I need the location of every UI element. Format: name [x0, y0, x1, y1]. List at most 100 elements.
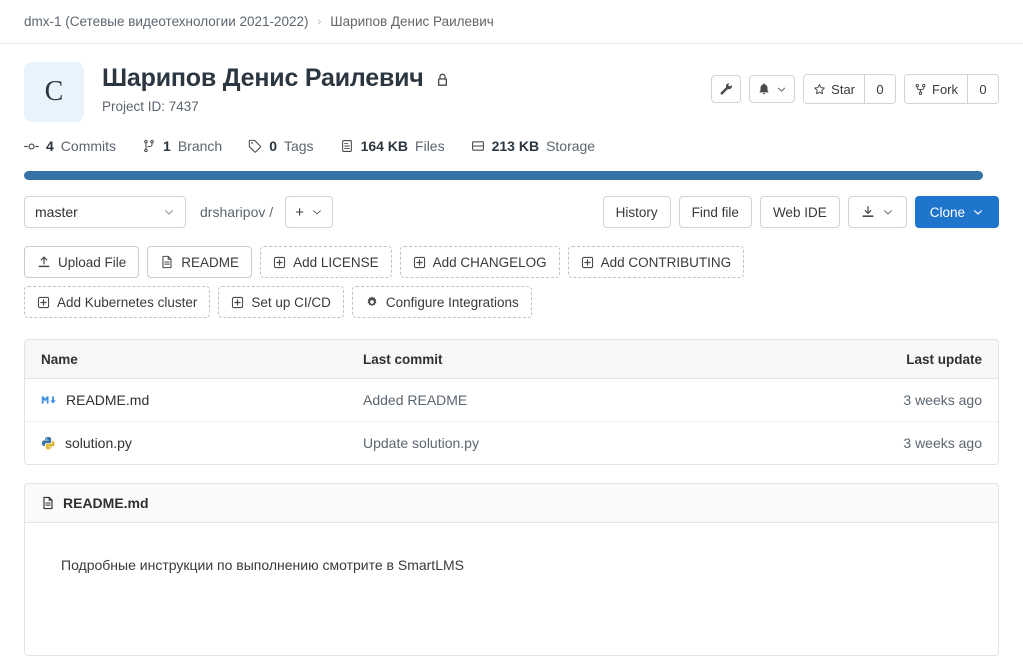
stat-storage-label: Storage [546, 138, 596, 154]
chevron-down-icon [972, 206, 984, 218]
quick-action-label: README [181, 254, 240, 270]
stat-tags-value: 0 [269, 138, 277, 154]
repo-path: drsharipov / [200, 204, 274, 220]
upload-file-button[interactable]: Upload File [24, 246, 140, 278]
stat-branches-value: 1 [163, 138, 171, 154]
star-button[interactable]: Star [804, 75, 864, 103]
file-name-cell[interactable]: README.md [25, 392, 363, 408]
star-count: 0 [864, 75, 895, 103]
doc-icon [160, 255, 174, 269]
stat-files: 164 KB Files [340, 138, 445, 154]
breadcrumb-project[interactable]: Шарипов Денис Раилевич [330, 14, 494, 29]
star-icon [813, 83, 826, 96]
download-button[interactable] [847, 196, 907, 228]
set-up-ci-cd-button[interactable]: Set up CI/CD [218, 286, 344, 318]
repo-toolbar-actions: History Find file Web IDE Clone [602, 196, 999, 228]
star-label: Star [831, 81, 855, 97]
gear-icon [365, 295, 379, 309]
branch-selector[interactable]: master [24, 196, 186, 228]
lock-icon [435, 72, 450, 88]
bell-icon [757, 82, 771, 96]
readme-title: README.md [63, 495, 149, 511]
stat-branches-label: Branch [177, 138, 223, 154]
stat-storage: 213 KB Storage [471, 138, 596, 154]
readme-panel: README.md Подробные инструкции по выполн… [24, 483, 999, 656]
column-header-name: Name [41, 351, 78, 367]
add-kubernetes-cluster-button[interactable]: Add Kubernetes cluster [24, 286, 211, 318]
project-meta: Шарипов Денис Раилевич Project ID: 7437 [102, 62, 450, 114]
breadcrumb-separator-icon: › [317, 15, 322, 28]
web-ide-button[interactable]: Web IDE [759, 196, 840, 228]
fork-label: Fork [932, 81, 958, 97]
readme-body: Подробные инструкции по выполнению смотр… [61, 557, 464, 573]
add-contributing-button[interactable]: Add CONTRIBUTING [567, 246, 745, 278]
breadcrumb-group[interactable]: dmx-1 (Сетевые видеотехнологии 2021-2022… [24, 14, 309, 29]
star-button-group[interactable]: Star 0 [803, 74, 896, 104]
fork-count: 0 [967, 75, 998, 103]
table-row[interactable]: README.md Added README 3 weeks ago [25, 379, 998, 422]
file-name[interactable]: solution.py [65, 435, 132, 451]
gitlab-project-page: dmx-1 (Сетевые видеотехнологии 2021-2022… [0, 0, 1023, 656]
table-row[interactable]: solution.py Update solution.py 3 weeks a… [25, 422, 998, 464]
quick-action-label: Add CONTRIBUTING [600, 254, 732, 270]
file-table-header: Name Last commit Last update [25, 340, 998, 379]
quick-action-label: Set up CI/CD [251, 294, 331, 310]
plus-label: + [295, 203, 305, 221]
chevron-down-icon [882, 206, 894, 218]
page-title: Шарипов Денис Раилевич [102, 64, 424, 92]
file-commit-message[interactable]: Update solution.py [363, 435, 802, 451]
branch-selector-value: master [35, 204, 78, 220]
file-table: Name Last commit Last update README.md A… [24, 339, 999, 465]
history-button[interactable]: History [602, 196, 671, 228]
breadcrumb: dmx-1 (Сетевые видеотехнологии 2021-2022… [0, 0, 1023, 44]
python-icon [41, 436, 56, 451]
stat-commits-value: 4 [46, 138, 54, 154]
branch-icon [142, 139, 156, 153]
markdown-icon [41, 393, 57, 407]
file-name[interactable]: README.md [66, 392, 149, 408]
commit-icon [24, 139, 39, 154]
clone-label: Clone [929, 204, 965, 220]
file-last-update: 3 weeks ago [903, 435, 982, 451]
download-icon [861, 205, 875, 219]
plus-box-icon [37, 296, 50, 309]
project-header-actions: Star 0 Fork 0 [711, 74, 999, 104]
stat-branches[interactable]: 1 Branch [142, 138, 222, 154]
add-license-button[interactable]: Add LICENSE [260, 246, 392, 278]
readme-button[interactable]: README [147, 246, 253, 278]
project-stats: 4 Commits 1 Branch 0 Tags 164 KB Files 2… [0, 122, 1023, 154]
stat-tags[interactable]: 0 Tags [248, 138, 314, 154]
clone-button[interactable]: Clone [914, 196, 999, 228]
language-bar-wrap [0, 154, 1023, 180]
plus-box-icon [581, 256, 594, 269]
quick-action-label: Upload File [58, 254, 127, 270]
language-bar[interactable] [24, 171, 983, 180]
add-changelog-button[interactable]: Add CHANGELOG [399, 246, 560, 278]
quick-action-label: Add Kubernetes cluster [57, 294, 198, 310]
file-icon [340, 139, 354, 153]
plus-box-icon [273, 256, 286, 269]
tag-icon [248, 139, 262, 153]
plus-box-icon [413, 256, 426, 269]
chevron-down-icon [776, 84, 787, 95]
fork-button-group[interactable]: Fork 0 [904, 74, 999, 104]
file-name-cell[interactable]: solution.py [25, 435, 363, 451]
chevron-down-icon [163, 206, 175, 218]
quick-action-label: Add CHANGELOG [432, 254, 547, 270]
stat-tags-label: Tags [283, 138, 314, 154]
file-commit-message[interactable]: Added README [363, 392, 802, 408]
fork-button[interactable]: Fork [905, 75, 967, 103]
stat-storage-value: 213 KB [491, 138, 540, 154]
upload-icon [37, 255, 51, 269]
wrench-button[interactable] [711, 75, 742, 103]
notifications-button[interactable] [749, 75, 796, 103]
stat-commits[interactable]: 4 Commits [24, 138, 116, 154]
configure-integrations-button[interactable]: Configure Integrations [351, 286, 532, 318]
chevron-down-icon [311, 206, 323, 218]
stat-files-value: 164 KB [360, 138, 409, 154]
add-to-repo-button[interactable]: + [285, 196, 334, 228]
find-file-button[interactable]: Find file [678, 196, 752, 228]
language-segment-python[interactable] [24, 171, 983, 180]
readme-header: README.md [25, 484, 998, 523]
column-header-last-update: Last update [906, 351, 982, 367]
